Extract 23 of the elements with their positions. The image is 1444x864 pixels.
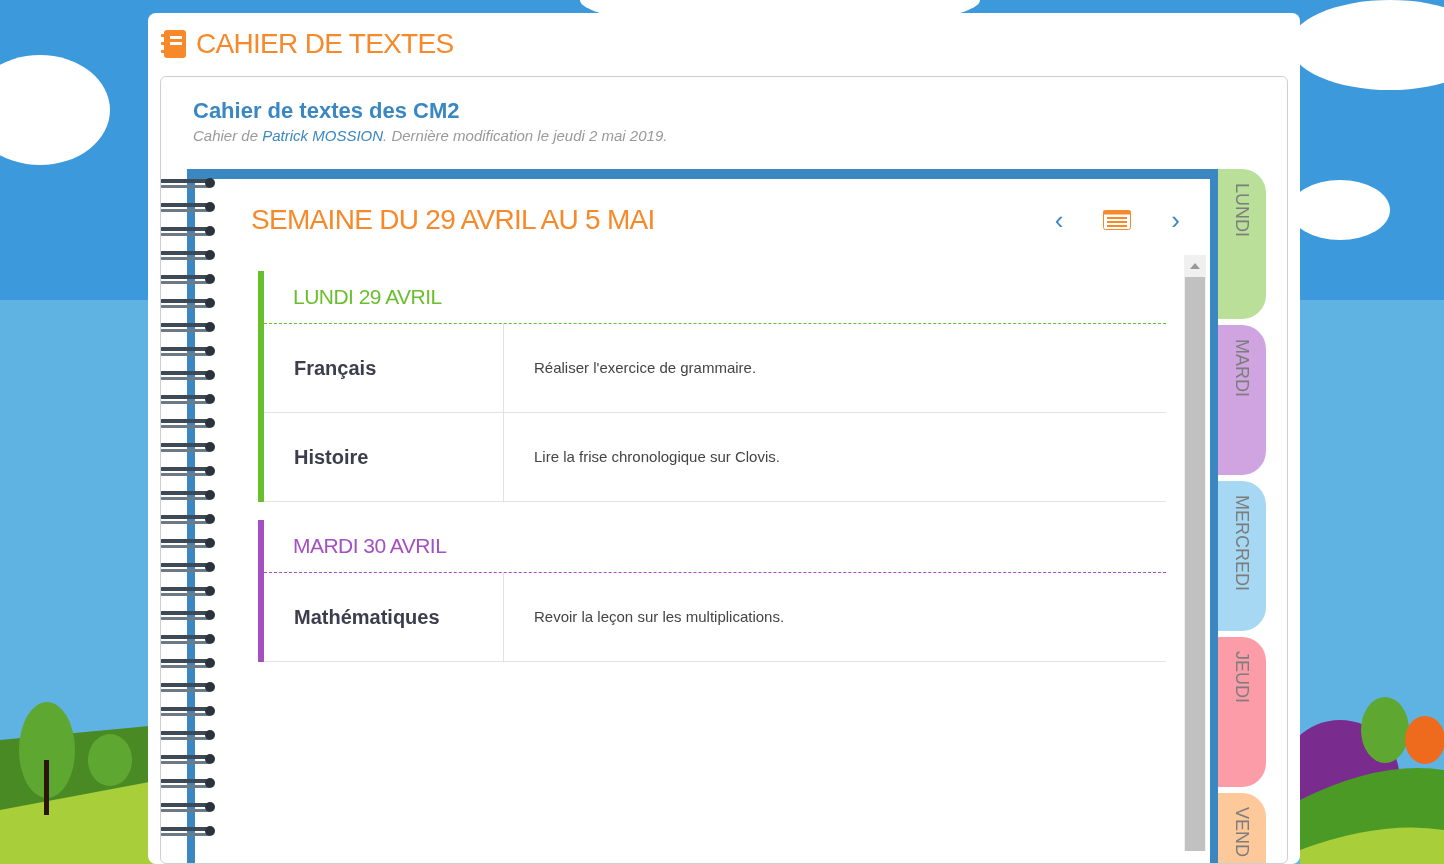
day-title: MARDI 30 AVRIL [264, 520, 1166, 573]
notebook-title: Cahier de textes des CM2 [193, 97, 461, 125]
notebook-icon [160, 29, 188, 59]
previous-week-button[interactable]: ‹ [1046, 200, 1072, 240]
scroll-up-icon[interactable] [1190, 263, 1200, 269]
week-title: SEMAINE DU 29 AVRIL AU 5 MAI [251, 203, 656, 237]
day-tab[interactable]: MERCREDI [1218, 481, 1266, 631]
day-tab[interactable]: LUNDI [1218, 169, 1266, 319]
calendar-icon[interactable] [1103, 210, 1132, 230]
day-tab[interactable]: MARDI [1218, 325, 1266, 475]
next-week-button[interactable]: › [1163, 200, 1188, 240]
subject-cell: Français [264, 324, 504, 412]
day-tab[interactable]: VEND [1218, 793, 1266, 863]
app-title: CAHIER DE TEXTES [196, 27, 454, 61]
task-cell-text: Revoir la leçon sur les multiplications. [533, 606, 786, 627]
notebook-subtitle: Cahier de Patrick MOSSION. Dernière modification le jeudi 2 mai 2019. [193, 125, 669, 146]
day-tab[interactable]: JEUDI [1218, 637, 1266, 787]
subject-cell: Mathématiques [264, 573, 504, 661]
task-cell-text: Lire la frise chronologique sur Clovis. [533, 446, 781, 467]
task-cell-text: Réaliser l'exercice de grammaire. [533, 357, 758, 378]
scrollbar[interactable] [1184, 255, 1206, 851]
subject-cell: Histoire [264, 413, 504, 501]
day-title: LUNDI 29 AVRIL [264, 271, 1166, 324]
